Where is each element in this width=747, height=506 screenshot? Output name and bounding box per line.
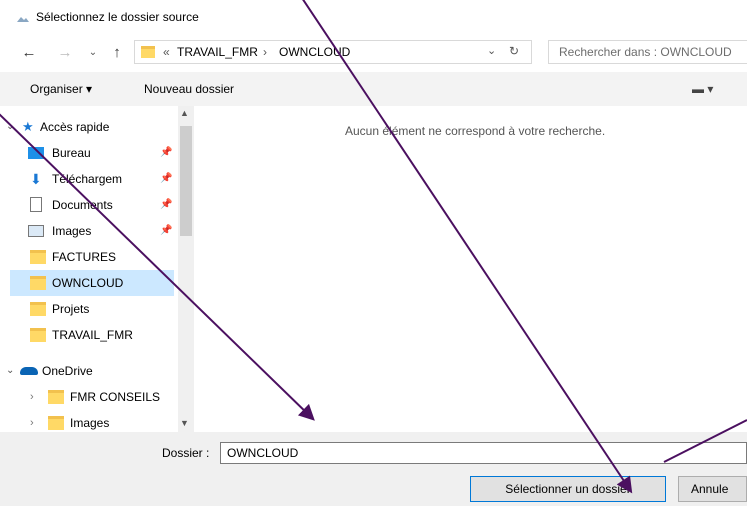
title-bar: Sélectionnez le dossier source: [0, 0, 747, 36]
folder-icon: [30, 276, 46, 290]
select-folder-button[interactable]: Sélectionner un dossier: [470, 476, 666, 502]
nav-quick-access-label: Accès rapide: [40, 120, 110, 134]
new-folder-button[interactable]: Nouveau dossier: [144, 82, 234, 96]
address-bar-row: ← → ⌄ ↑ « TRAVAIL_FMR › OWNCLOUD ⌄ ↻ Rec…: [0, 36, 747, 68]
organize-button[interactable]: Organiser ▾: [30, 82, 92, 96]
nav-item-projets[interactable]: Projets: [0, 296, 178, 322]
search-placeholder: Rechercher dans : OWNCLOUD: [559, 45, 732, 59]
nav-item-label: Téléchargem: [52, 172, 123, 186]
content-pane: Aucun élément ne correspond à votre rech…: [194, 106, 747, 432]
cancel-button[interactable]: Annule: [678, 476, 747, 502]
nav-item-factures[interactable]: FACTURES: [0, 244, 178, 270]
app-icon: [16, 12, 30, 22]
expand-chevron-icon[interactable]: ›: [30, 410, 34, 432]
nav-onedrive-label: OneDrive: [42, 364, 93, 378]
folder-field-label: Dossier :: [162, 446, 210, 460]
documents-icon: [30, 197, 42, 212]
forward-arrow-icon[interactable]: →: [56, 44, 74, 62]
up-arrow-icon[interactable]: ↑: [108, 44, 126, 62]
window-title: Sélectionnez le dossier source: [36, 10, 199, 24]
downloads-icon: ⬇: [30, 171, 42, 187]
nav-item-onedrive-images[interactable]: › Images: [0, 410, 178, 432]
star-icon: ★: [22, 119, 34, 134]
nav-item-label: TRAVAIL_FMR: [52, 328, 133, 342]
nav-item-label: Images: [52, 224, 92, 238]
nav-item-documents[interactable]: Documents 📌: [0, 192, 178, 218]
nav-quick-access[interactable]: ⌄ ★ Accès rapide: [0, 114, 178, 140]
nav-item-label: Documents: [52, 198, 113, 212]
address-box[interactable]: « TRAVAIL_FMR › OWNCLOUD ⌄ ↻: [134, 40, 532, 64]
breadcrumb-separator: ›: [263, 45, 267, 59]
nav-item-label: Projets: [52, 302, 90, 316]
command-bar: Organiser ▾ Nouveau dossier ▬ ▾: [0, 72, 747, 106]
folder-icon: [30, 328, 46, 342]
breadcrumb-travail-fmr[interactable]: TRAVAIL_FMR: [177, 45, 258, 59]
address-dropdown-chevron-icon[interactable]: ⌄: [487, 44, 496, 57]
recent-locations-chevron-icon[interactable]: ⌄: [84, 44, 102, 62]
folder-icon: [30, 250, 46, 264]
pictures-icon: [28, 225, 44, 237]
nav-item-owncloud[interactable]: OWNCLOUD: [10, 270, 174, 296]
nav-onedrive[interactable]: ⌄ OneDrive: [0, 358, 178, 384]
nav-scrollbar-thumb[interactable]: [180, 126, 192, 236]
nav-item-label: FMR CONSEILS: [70, 390, 161, 404]
nav-item-bureau[interactable]: Bureau 📌: [0, 140, 178, 166]
folder-name-input[interactable]: OWNCLOUD: [220, 442, 747, 464]
pin-icon: 📌: [160, 147, 173, 158]
navigation-pane: ⌄ ★ Accès rapide Bureau 📌 ⬇ Téléchargem …: [0, 106, 194, 432]
nav-item-label: Images: [70, 416, 110, 430]
search-input[interactable]: Rechercher dans : OWNCLOUD: [548, 40, 747, 64]
pin-icon: 📌: [160, 225, 173, 236]
folder-icon: [48, 416, 64, 430]
expand-chevron-icon[interactable]: ⌄: [6, 114, 14, 140]
nav-item-label: Bureau: [52, 146, 91, 160]
pin-icon: 📌: [160, 173, 173, 184]
nav-item-images[interactable]: Images 📌: [0, 218, 178, 244]
nav-item-travail-fmr[interactable]: TRAVAIL_FMR: [0, 322, 178, 348]
nav-item-fmr-conseils[interactable]: › FMR CONSEILS: [0, 384, 178, 410]
nav-item-label: FACTURES: [52, 250, 117, 264]
nav-item-label: OWNCLOUD: [52, 276, 124, 290]
folder-icon: [48, 390, 64, 404]
breadcrumb-owncloud[interactable]: OWNCLOUD: [279, 45, 350, 59]
view-options-icon[interactable]: ▬ ▾: [692, 82, 713, 96]
nav-item-telechargements[interactable]: ⬇ Téléchargem 📌: [0, 166, 178, 192]
expand-chevron-icon[interactable]: ⌄: [6, 358, 14, 384]
folder-icon: [141, 46, 155, 58]
expand-chevron-icon[interactable]: ›: [30, 384, 34, 410]
pin-icon: 📌: [160, 199, 173, 210]
refresh-icon[interactable]: ↻: [509, 44, 519, 58]
folder-icon: [30, 302, 46, 316]
dialog-footer: Dossier : OWNCLOUD Sélectionner un dossi…: [0, 432, 747, 506]
cloud-icon: [20, 367, 38, 375]
empty-results-message: Aucun élément ne correspond à votre rech…: [345, 124, 606, 138]
back-arrow-icon[interactable]: ←: [20, 44, 38, 62]
scroll-up-icon[interactable]: ▲: [180, 108, 189, 118]
folder-name-value: OWNCLOUD: [227, 446, 299, 460]
breadcrumb-overflow[interactable]: «: [163, 45, 170, 59]
desktop-icon: [28, 147, 44, 159]
scroll-down-icon[interactable]: ▼: [180, 418, 189, 428]
